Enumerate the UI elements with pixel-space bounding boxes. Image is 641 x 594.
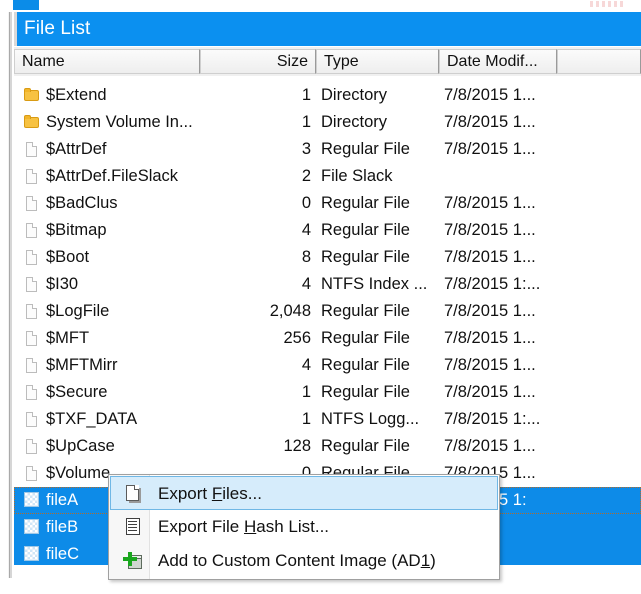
menu-label-prefix: Add to Custom Content Image (AD <box>158 551 421 570</box>
title-bar-accent <box>14 12 17 46</box>
context-menu-item[interactable]: Export Files... <box>110 476 498 510</box>
file-type-cell: Regular File <box>321 437 410 455</box>
file-size-cell: 1 <box>301 86 311 104</box>
file-size-cell: 256 <box>283 329 311 347</box>
decorative-dots <box>590 1 624 7</box>
file-type-cell: Regular File <box>321 140 410 158</box>
file-size-cell: 1 <box>301 410 311 428</box>
file-type-cell: Directory <box>321 86 388 104</box>
add-image-icon <box>123 551 144 571</box>
table-row[interactable]: $Bitmap 4 Regular File 7/8/2015 1... <box>14 217 641 244</box>
column-header-label: Name <box>22 53 65 70</box>
column-header-date-modif[interactable]: Date Modif... <box>439 49 557 74</box>
panel-left-border <box>8 12 12 578</box>
menu-label-prefix: Export File <box>158 517 244 536</box>
tab-stub[interactable] <box>13 0 39 10</box>
table-row[interactable]: $AttrDef.FileSlack 2 File Slack <box>14 163 641 190</box>
table-row[interactable]: $Extend 1 Directory 7/8/2015 1... <box>14 82 641 109</box>
file-size-cell: 3 <box>301 140 311 158</box>
context-menu-item[interactable]: Export File Hash List... <box>110 510 498 544</box>
file-date-modified-cell: 7/8/2015 1... <box>444 329 536 347</box>
table-row[interactable]: $LogFile 2,048 Regular File 7/8/2015 1... <box>14 298 641 325</box>
file-size-cell: 2,048 <box>269 302 311 320</box>
file-size-cell: 128 <box>283 437 311 455</box>
table-row[interactable]: $Secure 1 Regular File 7/8/2015 1... <box>14 379 641 406</box>
column-header-label: Type <box>324 53 359 70</box>
context-menu[interactable]: Export Files... Export File Hash List... A… <box>108 474 500 580</box>
file-type-cell: NTFS Index ... <box>321 275 428 293</box>
column-header-size[interactable]: Size <box>200 49 316 74</box>
doc-icon <box>124 517 144 537</box>
file-date-modified-cell: 7/8/2015 1... <box>444 383 536 401</box>
file-date-modified-cell: 7/8/2015 1:... <box>444 275 541 293</box>
file-type-cell: Directory <box>321 113 388 131</box>
table-header-row: Name Size Type Date Modif... <box>14 47 641 77</box>
table-row[interactable]: $Boot 8 Regular File 7/8/2015 1... <box>14 244 641 271</box>
file-date-modified-cell: 7/8/2015 1... <box>444 437 536 455</box>
file-type-cell: Regular File <box>321 302 410 320</box>
menu-label-prefix: Export <box>158 484 212 503</box>
file-type-cell: File Slack <box>321 167 393 185</box>
file-type-cell: Regular File <box>321 383 410 401</box>
page-title: File List <box>24 18 91 39</box>
file-date-modified-cell: 7/8/2015 1... <box>444 194 536 212</box>
table-row[interactable]: $TXF_DATA 1 NTFS Logg... 7/8/2015 1:... <box>14 406 641 433</box>
table-row[interactable]: $UpCase 128 Regular File 7/8/2015 1... <box>14 433 641 460</box>
page-icon <box>125 484 145 504</box>
screenshot-root: File List Name Size Type Date Modif... $Ext… <box>0 0 641 594</box>
file-size-cell: 1 <box>301 113 311 131</box>
context-menu-item[interactable]: Add to Custom Content Image (AD1) <box>110 544 498 578</box>
file-type-cell: Regular File <box>321 221 410 239</box>
column-header-label: Date Modif... <box>447 53 538 70</box>
menu-label-accelerator: 1 <box>420 551 431 570</box>
menu-label-suffix: ash List... <box>256 517 330 536</box>
column-header-blank[interactable] <box>557 49 641 74</box>
context-menu-item-label: Add to Custom Content Image (AD1) <box>158 544 436 578</box>
menu-label-suffix: iles... <box>222 484 262 503</box>
file-date-modified-cell: 7/8/2015 1... <box>444 140 536 158</box>
column-header-name[interactable]: Name <box>14 49 200 74</box>
file-date-modified-cell: 7/8/2015 1:... <box>444 410 541 428</box>
file-type-cell: Regular File <box>321 194 410 212</box>
menu-label-accelerator: F <box>211 484 223 503</box>
file-size-cell: 4 <box>301 275 311 293</box>
menu-label-accelerator: H <box>243 517 257 536</box>
file-size-cell: 4 <box>301 356 311 374</box>
file-date-modified-cell: 7/8/2015 1... <box>444 302 536 320</box>
file-type-cell: NTFS Logg... <box>321 410 420 428</box>
file-date-modified-cell: 7/8/2015 1... <box>444 248 536 266</box>
table-row[interactable]: $BadClus 0 Regular File 7/8/2015 1... <box>14 190 641 217</box>
file-type-cell: Regular File <box>321 329 410 347</box>
file-type-cell: Regular File <box>321 356 410 374</box>
file-date-modified-cell: 7/8/2015 1... <box>444 356 536 374</box>
table-row[interactable]: $MFT 256 Regular File 7/8/2015 1... <box>14 325 641 352</box>
column-header-label: Size <box>276 53 308 70</box>
file-list-title-bar: File List <box>14 12 641 46</box>
file-date-modified-cell: 7/8/2015 1... <box>444 221 536 239</box>
table-row[interactable]: $MFTMirr 4 Regular File 7/8/2015 1... <box>14 352 641 379</box>
table-row[interactable]: System Volume In... 1 Directory 7/8/2015 1.… <box>14 109 641 136</box>
file-size-cell: 0 <box>301 194 311 212</box>
file-size-cell: 4 <box>301 221 311 239</box>
file-date-modified-cell: 7/8/2015 1... <box>444 113 536 131</box>
table-row[interactable]: $AttrDef 3 Regular File 7/8/2015 1... <box>14 136 641 163</box>
file-size-cell: 8 <box>301 248 311 266</box>
column-header-type[interactable]: Type <box>316 49 439 74</box>
file-type-cell: Regular File <box>321 248 410 266</box>
table-row[interactable]: $I30 4 NTFS Index ... 7/8/2015 1:... <box>14 271 641 298</box>
file-size-cell: 1 <box>301 383 311 401</box>
context-menu-item-label: Export Files... <box>158 477 262 511</box>
context-menu-item-label: Export File Hash List... <box>158 510 329 544</box>
file-size-cell: 2 <box>301 167 311 185</box>
file-date-modified-cell: 7/8/2015 1... <box>444 86 536 104</box>
menu-label-suffix: ) <box>430 551 436 570</box>
